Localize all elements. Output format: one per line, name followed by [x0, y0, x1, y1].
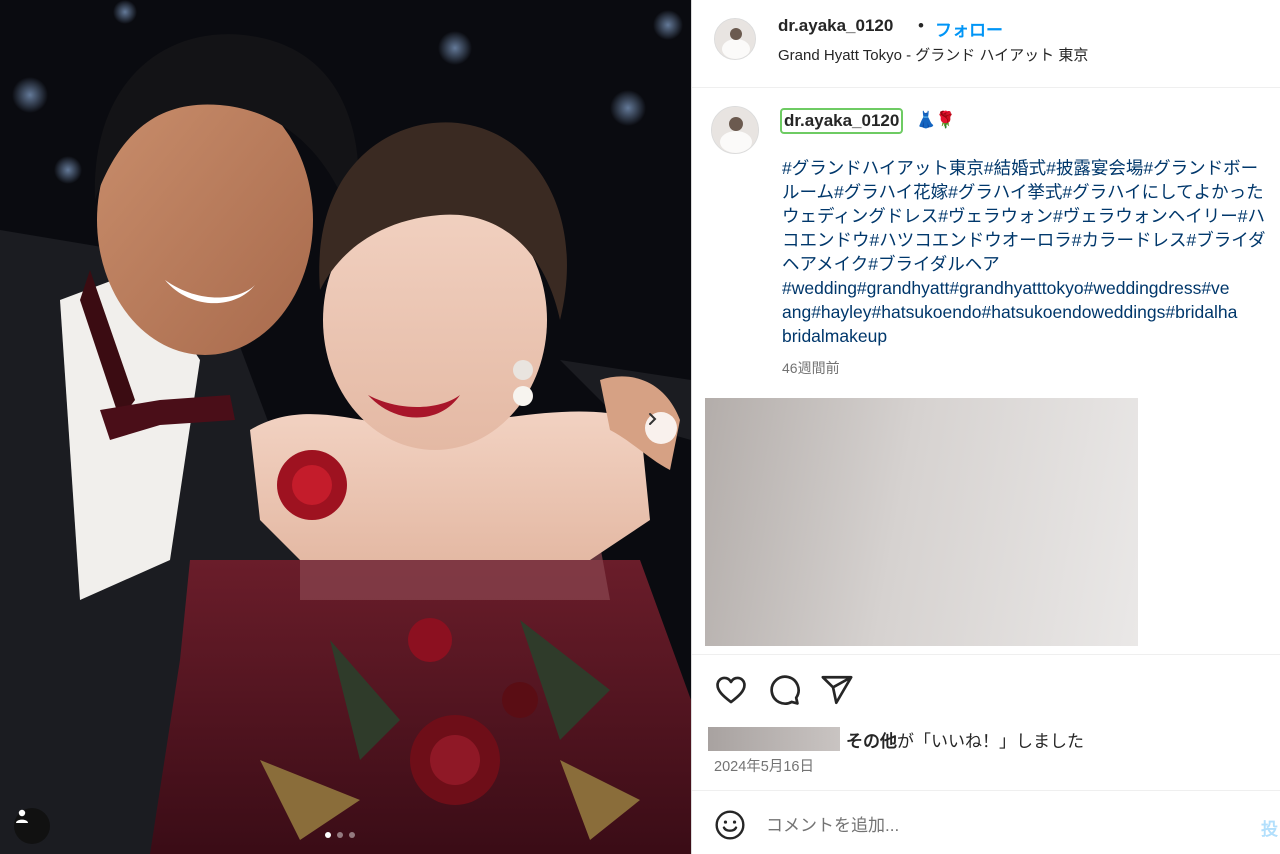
- avatar-image: [715, 19, 755, 59]
- avatar-image: [712, 107, 758, 153]
- avatar[interactable]: [714, 18, 756, 60]
- hashtag-line[interactable]: #グランドハイアット東京#結婚式#披露宴会場#グランドボー: [782, 156, 1280, 180]
- share-icon[interactable]: [820, 673, 854, 707]
- likes-others[interactable]: その他: [846, 732, 897, 751]
- carousel-dot: [349, 832, 355, 838]
- post-header: dr.ayaka_0120 • フォロー Grand Hyatt Tokyo -…: [692, 0, 1280, 88]
- carousel-next-button[interactable]: [645, 412, 677, 444]
- hashtag-line[interactable]: #wedding#grandhyatt#grandhyatttokyo#wedd…: [782, 276, 1280, 300]
- tagged-users-button[interactable]: [14, 808, 50, 844]
- post-username[interactable]: dr.ayaka_0120: [778, 16, 893, 36]
- post-date[interactable]: 2024年5月16日: [714, 755, 814, 776]
- hashtag-line[interactable]: ルーム#グラハイ花嫁#グラハイ挙式#グラハイにしてよかった: [782, 180, 1280, 204]
- caption-hashtags: #グランドハイアット東京#結婚式#披露宴会場#グランドボー ルーム#グラハイ花嫁…: [782, 156, 1280, 348]
- post-photo[interactable]: [0, 0, 691, 854]
- comment-input[interactable]: [766, 811, 1246, 841]
- emoji-icon[interactable]: [714, 809, 746, 841]
- post-side-panel: dr.ayaka_0120 • フォロー Grand Hyatt Tokyo -…: [691, 0, 1280, 854]
- separator-dot: •: [918, 16, 924, 35]
- follow-button[interactable]: フォロー: [935, 16, 1003, 41]
- blurred-comments-area: [705, 398, 1138, 646]
- comment-bar: 投: [692, 790, 1280, 854]
- avatar[interactable]: [711, 106, 759, 154]
- caption-emoji: 👗🌹: [916, 112, 956, 129]
- caption-username[interactable]: dr.ayaka_0120: [780, 108, 904, 134]
- chevron-right-icon: [649, 413, 657, 425]
- post-location[interactable]: Grand Hyatt Tokyo - グランド ハイアット 東京: [778, 44, 1088, 65]
- heart-icon[interactable]: [714, 673, 748, 707]
- hashtag-line[interactable]: コエンドウ#ハツコエンドウオーロラ#カラードレス#ブライダ: [782, 228, 1280, 252]
- post-comment-button[interactable]: 投: [1261, 815, 1278, 840]
- liker-avatar-blurred: [708, 727, 840, 751]
- hashtag-line[interactable]: ヘアメイク#ブライダルヘア: [782, 252, 1280, 276]
- comment-icon[interactable]: [767, 673, 801, 707]
- hashtag-line[interactable]: bridalmakeup: [782, 324, 1280, 348]
- carousel-dot: [325, 832, 331, 838]
- hashtag-line[interactable]: ang#hayley#hatsukoendo#hatsukoendoweddin…: [782, 300, 1280, 324]
- wedding-photo-illustration: [0, 0, 691, 854]
- carousel-dot: [337, 832, 343, 838]
- user-icon: [16, 809, 28, 823]
- hashtag-line[interactable]: ウェディングドレス#ヴェラウォン#ヴェラウォンヘイリー#ハ: [782, 204, 1280, 228]
- likes-summary[interactable]: その他が「いいね！」しました: [846, 727, 1084, 752]
- post-actions: その他が「いいね！」しました 2024年5月16日: [692, 654, 1280, 790]
- carousel-dots: [325, 832, 355, 838]
- likes-text: が「いいね！」しました: [897, 732, 1084, 751]
- time-ago[interactable]: 46週間前: [782, 358, 840, 378]
